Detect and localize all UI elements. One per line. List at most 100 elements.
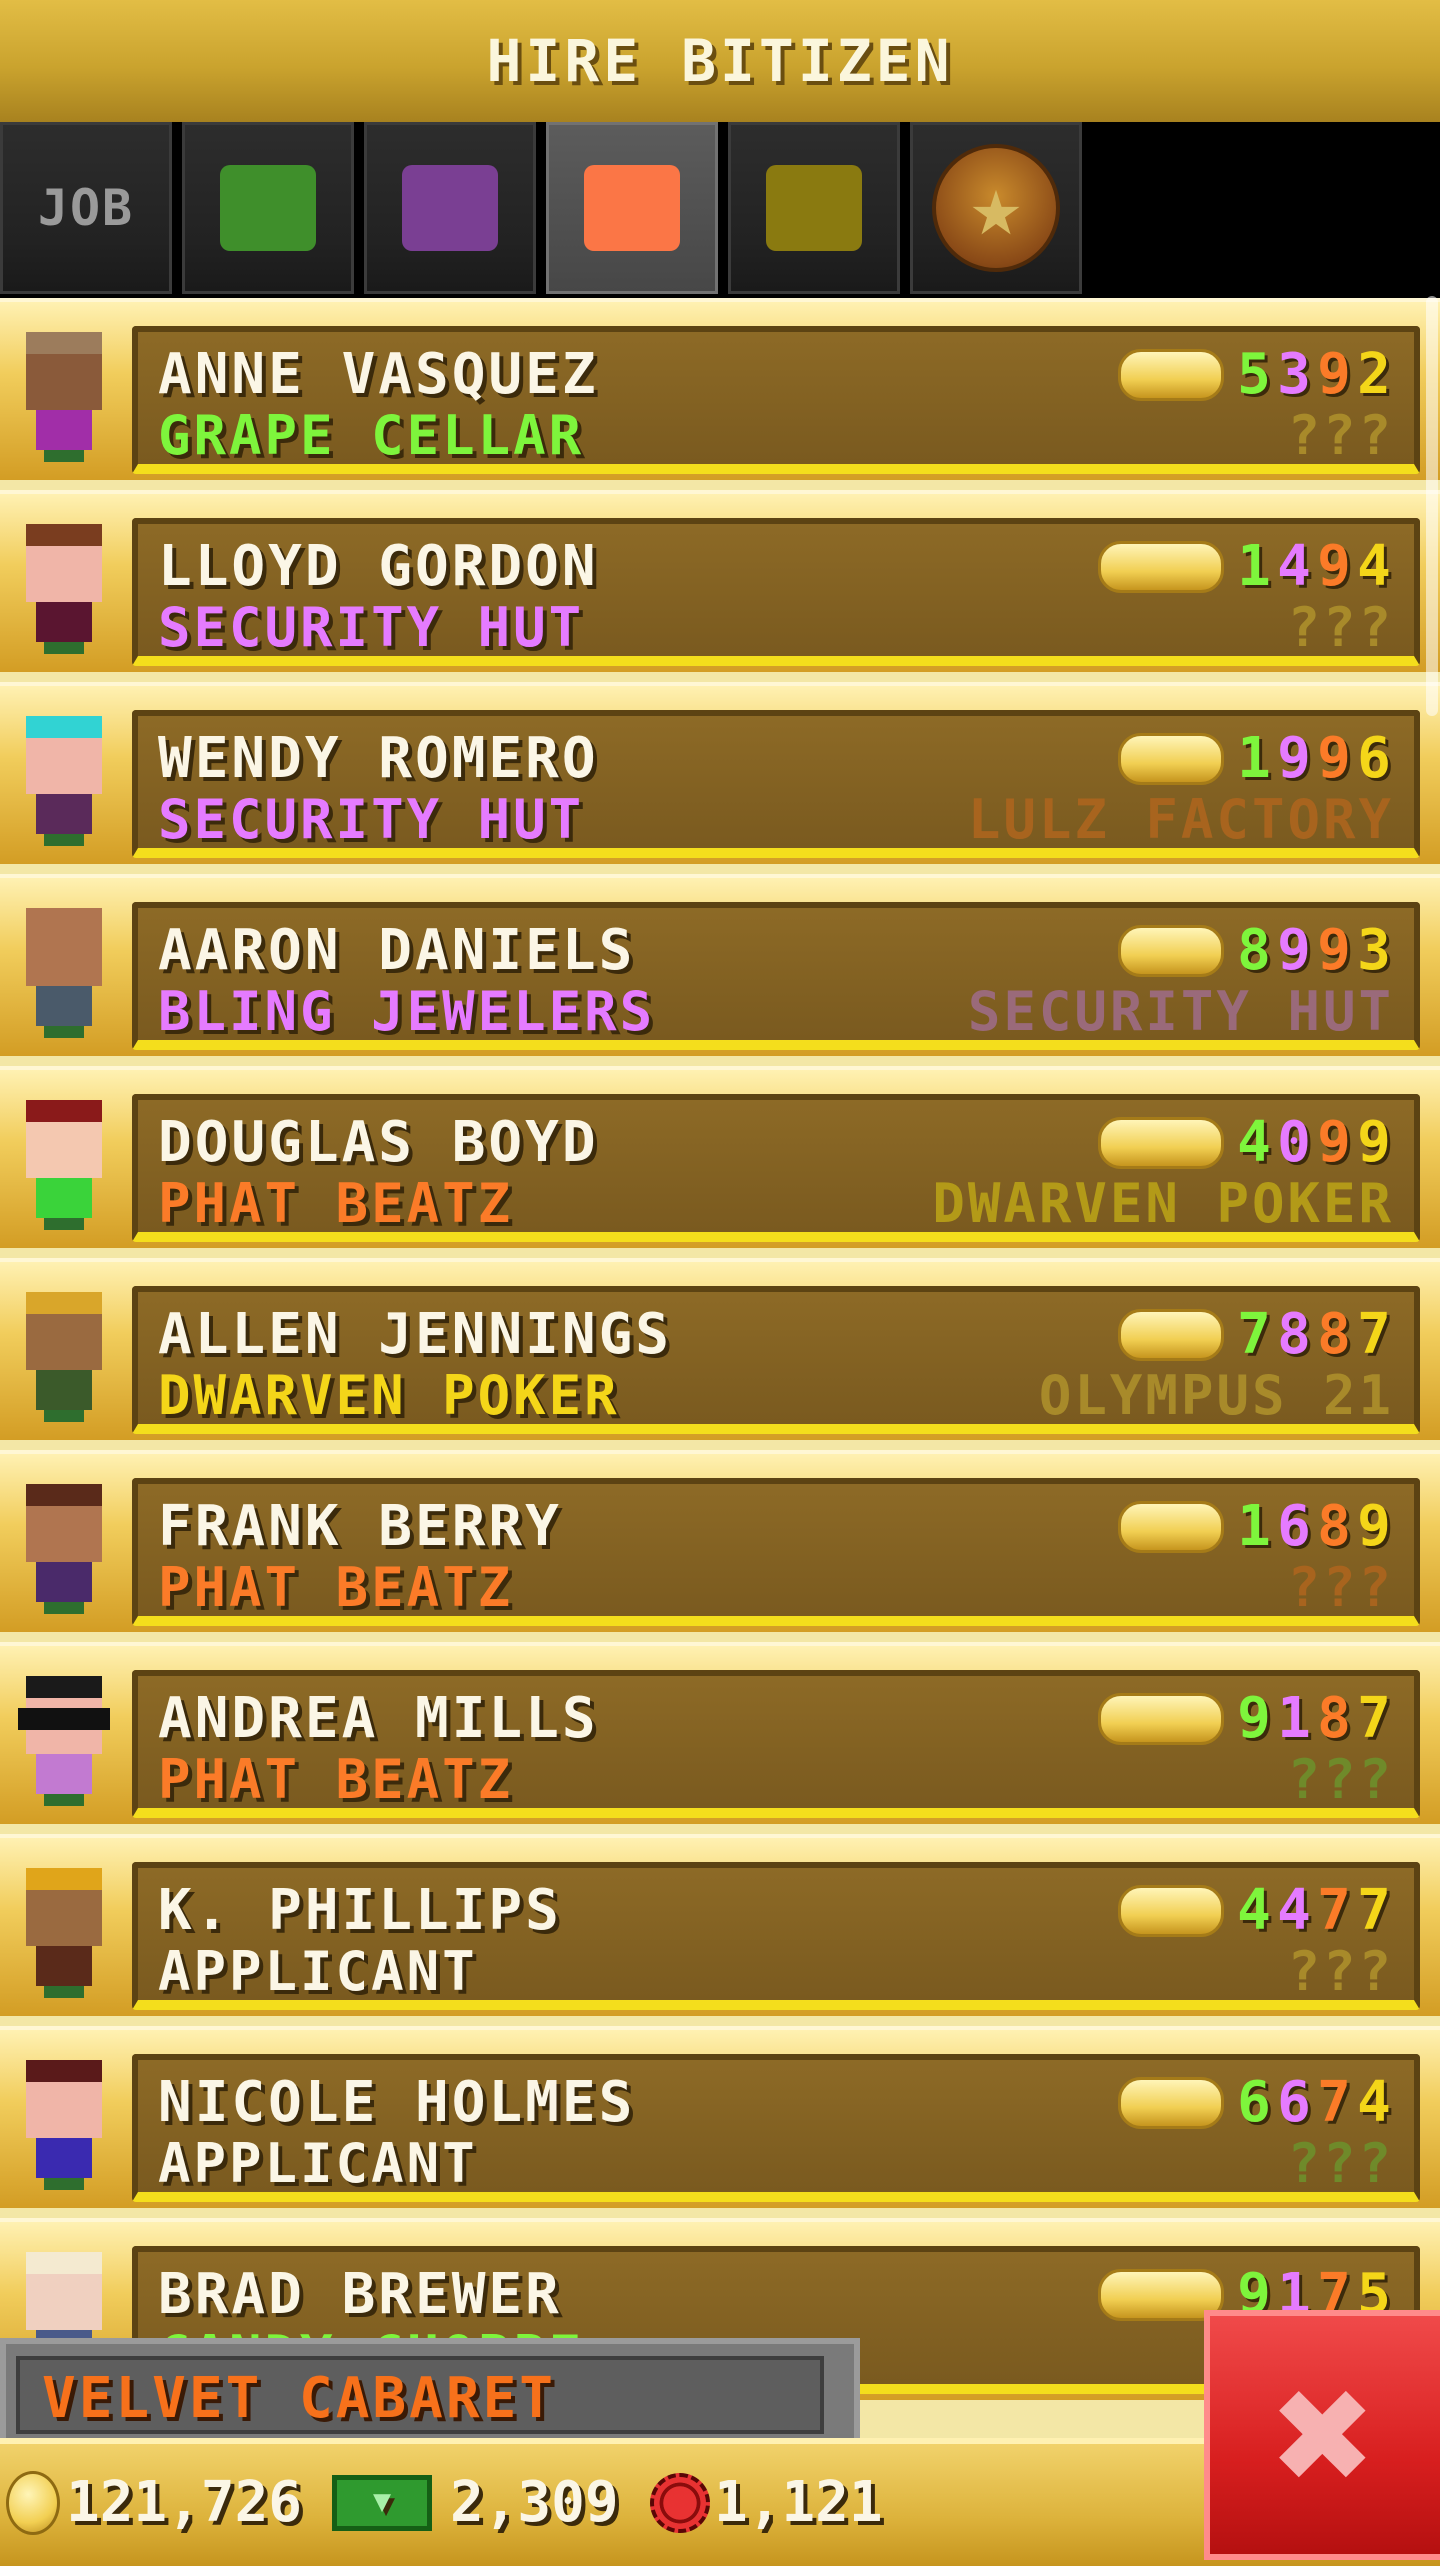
skill-stat: 7 — [1317, 1878, 1351, 1943]
bitizen-card[interactable]: ANNE VASQUEZ GRAPE CELLAR??? 5 3 9 2 — [132, 326, 1420, 474]
skill-stats: 7887 — [1118, 1302, 1394, 1367]
skill-stats: 1996 — [1118, 726, 1394, 791]
bitizen-dream-job: ??? — [1287, 1556, 1394, 1619]
skill-stat: 4 — [1357, 2070, 1391, 2135]
tab-orange-category[interactable] — [546, 122, 718, 294]
coin-icon — [6, 2470, 60, 2535]
avatar-shirt — [36, 602, 92, 642]
skill-stat: 1 — [1237, 534, 1271, 599]
bux-display: 2,309 — [332, 2470, 619, 2535]
tab-green-category[interactable] — [182, 122, 354, 294]
bitizen-name: DOUGLAS BOYD — [158, 1110, 599, 1175]
avatar — [14, 716, 114, 846]
bitizen-card[interactable]: ALLEN JENNINGS DWARVEN POKER OLYMPUS 21 7 8 8… — [132, 1286, 1420, 1434]
skill-stat: 8 — [1237, 918, 1271, 983]
bitizen-job: GRAPE CELLAR — [158, 404, 585, 467]
avatar-head — [26, 924, 102, 986]
tab-star-category[interactable] — [910, 122, 1082, 294]
bitizen-dream-job: ??? — [1287, 2132, 1394, 2195]
bitizen-row[interactable]: FRANK BERRY PHAT BEATZ??? 1 6 8 9 — [0, 1450, 1440, 1632]
skill-stat: 8 — [1317, 1686, 1351, 1751]
bitizen-name: LLOYD GORDON — [158, 534, 599, 599]
orange-swatch-icon — [584, 165, 680, 251]
skill-stat: 9 — [1357, 1110, 1391, 1175]
skill-stat: 9 — [1317, 534, 1351, 599]
chips-value: 1,121 — [714, 2470, 883, 2535]
tab-job[interactable]: JOB — [0, 122, 172, 294]
bitizen-card[interactable]: LLOYD GORDON SECURITY HUT??? 1 4 9 4 — [132, 518, 1420, 666]
tower-name: VELVET CABARET — [42, 2366, 557, 2431]
skill-stat: 3 — [1357, 918, 1391, 983]
skill-stat: 9 — [1317, 1110, 1351, 1175]
skill-stats: 1689 — [1118, 1494, 1394, 1559]
bitizen-card[interactable]: FRANK BERRY PHAT BEATZ??? 1 6 8 9 — [132, 1478, 1420, 1626]
skill-stat: 8 — [1317, 1302, 1351, 1367]
list-scrollbar[interactable] — [1426, 296, 1438, 716]
bitizen-name: K. PHILLIPS — [158, 1878, 562, 1943]
bitizen-card[interactable]: NICOLE HOLMES APPLICANT??? 6 6 7 4 — [132, 2054, 1420, 2202]
stat-bar-icon — [1098, 540, 1224, 593]
tab-olive-category[interactable] — [728, 122, 900, 294]
skill-stat: 8 — [1317, 1494, 1351, 1559]
avatar-head — [26, 540, 102, 602]
title-bar: HIRE BITIZEN — [0, 0, 1440, 128]
bitizen-row[interactable]: ALLEN JENNINGS DWARVEN POKER OLYMPUS 21 7 8 8… — [0, 1258, 1440, 1440]
avatar-shirt — [36, 986, 92, 1026]
chip-icon — [650, 2472, 710, 2533]
bitizen-row[interactable]: K. PHILLIPS APPLICANT??? 4 4 7 7 — [0, 1834, 1440, 2016]
tower-label-panel: VELVET CABARET — [16, 2356, 824, 2434]
close-button[interactable]: ✖ — [1204, 2310, 1440, 2560]
skill-stat: 5 — [1237, 342, 1271, 407]
bitizen-row[interactable]: NICOLE HOLMES APPLICANT??? 6 6 7 4 — [0, 2026, 1440, 2208]
stat-bar-icon — [1118, 924, 1224, 977]
bitizen-row[interactable]: ANNE VASQUEZ GRAPE CELLAR??? 5 3 9 2 — [0, 298, 1440, 480]
bitizen-row[interactable]: WENDY ROMERO SECURITY HUT LULZ FACTORY 1 9 9 6 — [0, 682, 1440, 864]
avatar-shirt — [36, 1946, 92, 1986]
skill-stat: 0 — [1277, 1110, 1311, 1175]
skill-stat: 9 — [1357, 1494, 1391, 1559]
skill-stat: 9 — [1277, 726, 1311, 791]
avatar-hair — [26, 2252, 102, 2274]
avatar-legs — [44, 642, 84, 654]
stat-bar-icon — [1098, 1116, 1224, 1169]
bitizen-dream-job: OLYMPUS 21 — [1038, 1364, 1394, 1427]
bitizen-name: NICOLE HOLMES — [158, 2070, 636, 2135]
avatar — [14, 1676, 114, 1806]
tab-purple-category[interactable] — [364, 122, 536, 294]
bitizen-row[interactable]: LLOYD GORDON SECURITY HUT??? 1 4 9 4 — [0, 490, 1440, 672]
avatar-shirt — [36, 794, 92, 834]
skill-stat: 6 — [1237, 2070, 1271, 2135]
skill-stat: 7 — [1357, 1878, 1391, 1943]
bitizen-card[interactable]: K. PHILLIPS APPLICANT??? 4 4 7 7 — [132, 1862, 1420, 2010]
skill-stat: 9 — [1277, 918, 1311, 983]
stat-bar-icon — [1118, 1884, 1224, 1937]
bitizen-row[interactable]: AARON DANIELS BLING JEWELERS SECURITY HUT 8… — [0, 874, 1440, 1056]
avatar-shirt — [36, 410, 92, 450]
skill-stats: 6674 — [1118, 2070, 1394, 2135]
avatar-hair — [26, 1484, 102, 1506]
skill-stat: 4 — [1237, 1110, 1271, 1175]
bitizen-card[interactable]: DOUGLAS BOYD PHAT BEATZ DWARVEN POKER 4 0 9 9 — [132, 1094, 1420, 1242]
bitizen-job: BLING JEWELERS — [158, 980, 656, 1043]
avatar-head — [26, 348, 102, 410]
bitizen-card[interactable]: AARON DANIELS BLING JEWELERS SECURITY HUT 8… — [132, 902, 1420, 1050]
skill-stat: 6 — [1277, 1494, 1311, 1559]
olive-swatch-icon — [766, 165, 862, 251]
bitizen-card[interactable]: ANDREA MILLS PHAT BEATZ??? 9 1 8 7 — [132, 1670, 1420, 1818]
stat-bar-icon — [1118, 732, 1224, 785]
bitizen-card[interactable]: WENDY ROMERO SECURITY HUT LULZ FACTORY 1 9 9 6 — [132, 710, 1420, 858]
avatar-hair — [26, 1292, 102, 1314]
tower-label-bar: VELVET CABARET — [0, 2338, 860, 2438]
chips-display: 1,121 — [650, 2470, 883, 2535]
avatar — [14, 1484, 114, 1614]
avatar-shirt — [36, 2138, 92, 2178]
filter-tab-bar: JOB — [0, 122, 1440, 298]
avatar — [14, 524, 114, 654]
bitizen-row[interactable]: DOUGLAS BOYD PHAT BEATZ DWARVEN POKER 4 0 9 9 — [0, 1066, 1440, 1248]
bitizen-dream-job: DWARVEN POKER — [932, 1172, 1394, 1235]
avatar-shirt — [36, 1562, 92, 1602]
bitizen-row[interactable]: ANDREA MILLS PHAT BEATZ??? 9 1 8 7 — [0, 1642, 1440, 1824]
skill-stat: 2 — [1357, 342, 1391, 407]
skill-stat: 7 — [1237, 1302, 1271, 1367]
bitizen-list[interactable]: ANNE VASQUEZ GRAPE CELLAR??? 5 3 9 2 LLOYD GOR… — [0, 298, 1440, 2438]
